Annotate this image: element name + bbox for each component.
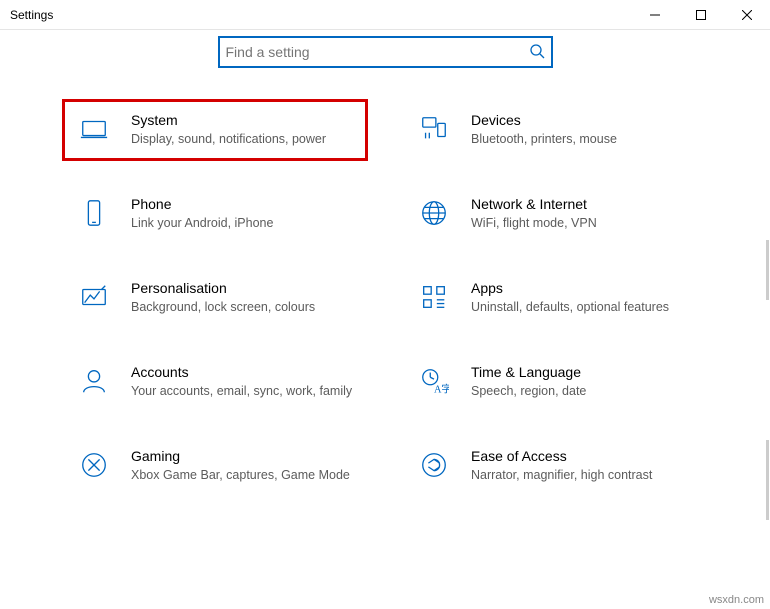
devices-icon — [417, 112, 451, 146]
tile-text: Network & Internet WiFi, flight mode, VPN — [471, 196, 693, 232]
settings-tile-personalisation[interactable]: Personalisation Background, lock screen, … — [65, 270, 365, 326]
apps-icon — [417, 280, 451, 314]
watermark: wsxdn.com — [709, 594, 764, 606]
tile-desc: Display, sound, notifications, power — [131, 131, 353, 148]
tile-title: Personalisation — [131, 280, 353, 296]
settings-tile-accounts[interactable]: Accounts Your accounts, email, sync, work… — [65, 354, 365, 410]
settings-tile-gaming[interactable]: Gaming Xbox Game Bar, captures, Game Mode — [65, 438, 365, 494]
tile-text: Personalisation Background, lock screen, … — [131, 280, 353, 316]
tile-desc: Speech, region, date — [471, 383, 693, 400]
search-box[interactable] — [218, 36, 553, 68]
settings-tile-phone[interactable]: Phone Link your Android, iPhone — [65, 186, 365, 242]
titlebar: Settings — [0, 0, 770, 30]
tile-desc: WiFi, flight mode, VPN — [471, 215, 693, 232]
tile-title: System — [131, 112, 353, 128]
tile-desc: Xbox Game Bar, captures, Game Mode — [131, 467, 353, 484]
content-area: System Display, sound, notifications, pow… — [0, 30, 770, 513]
timelang-icon: A字 — [417, 364, 451, 398]
tile-title: Time & Language — [471, 364, 693, 380]
settings-tile-apps[interactable]: Apps Uninstall, defaults, optional featur… — [405, 270, 705, 326]
settings-grid: System Display, sound, notifications, pow… — [0, 82, 770, 503]
close-button[interactable] — [724, 0, 770, 30]
window-title: Settings — [10, 8, 53, 22]
tile-desc: Link your Android, iPhone — [131, 215, 353, 232]
search-input[interactable] — [226, 44, 529, 60]
tile-title: Gaming — [131, 448, 353, 464]
maximize-button[interactable] — [678, 0, 724, 30]
tile-title: Ease of Access — [471, 448, 693, 464]
settings-tile-system[interactable]: System Display, sound, notifications, pow… — [62, 99, 368, 161]
settings-tile-timelang[interactable]: A字 Time & Language Speech, region, date — [405, 354, 705, 410]
search-wrap — [0, 30, 770, 82]
scrollbar[interactable] — [766, 240, 769, 300]
settings-tile-devices[interactable]: Devices Bluetooth, printers, mouse — [405, 102, 705, 158]
network-icon — [417, 196, 451, 230]
svg-text:A字: A字 — [434, 382, 449, 395]
tile-text: Accounts Your accounts, email, sync, work… — [131, 364, 353, 400]
tile-text: System Display, sound, notifications, pow… — [131, 112, 353, 148]
window-controls — [632, 0, 770, 29]
tile-text: Apps Uninstall, defaults, optional featur… — [471, 280, 693, 316]
ease-icon — [417, 448, 451, 482]
tile-text: Gaming Xbox Game Bar, captures, Game Mode — [131, 448, 353, 484]
tile-desc: Background, lock screen, colours — [131, 299, 353, 316]
settings-tile-ease[interactable]: Ease of Access Narrator, magnifier, high … — [405, 438, 705, 494]
tile-desc: Narrator, magnifier, high contrast — [471, 467, 693, 484]
tile-text: Devices Bluetooth, printers, mouse — [471, 112, 693, 148]
tile-title: Devices — [471, 112, 693, 128]
tile-title: Phone — [131, 196, 353, 212]
search-icon — [529, 43, 545, 62]
system-icon — [77, 112, 111, 146]
tile-title: Apps — [471, 280, 693, 296]
tile-desc: Bluetooth, printers, mouse — [471, 131, 693, 148]
tile-text: Phone Link your Android, iPhone — [131, 196, 353, 232]
gaming-icon — [77, 448, 111, 482]
minimize-button[interactable] — [632, 0, 678, 30]
personalisation-icon — [77, 280, 111, 314]
tile-text: Time & Language Speech, region, date — [471, 364, 693, 400]
tile-title: Network & Internet — [471, 196, 693, 212]
settings-tile-network[interactable]: Network & Internet WiFi, flight mode, VPN — [405, 186, 705, 242]
tile-desc: Uninstall, defaults, optional features — [471, 299, 693, 316]
scrollbar[interactable] — [766, 440, 769, 520]
tile-title: Accounts — [131, 364, 353, 380]
phone-icon — [77, 196, 111, 230]
tile-desc: Your accounts, email, sync, work, family — [131, 383, 353, 400]
accounts-icon — [77, 364, 111, 398]
tile-text: Ease of Access Narrator, magnifier, high … — [471, 448, 693, 484]
